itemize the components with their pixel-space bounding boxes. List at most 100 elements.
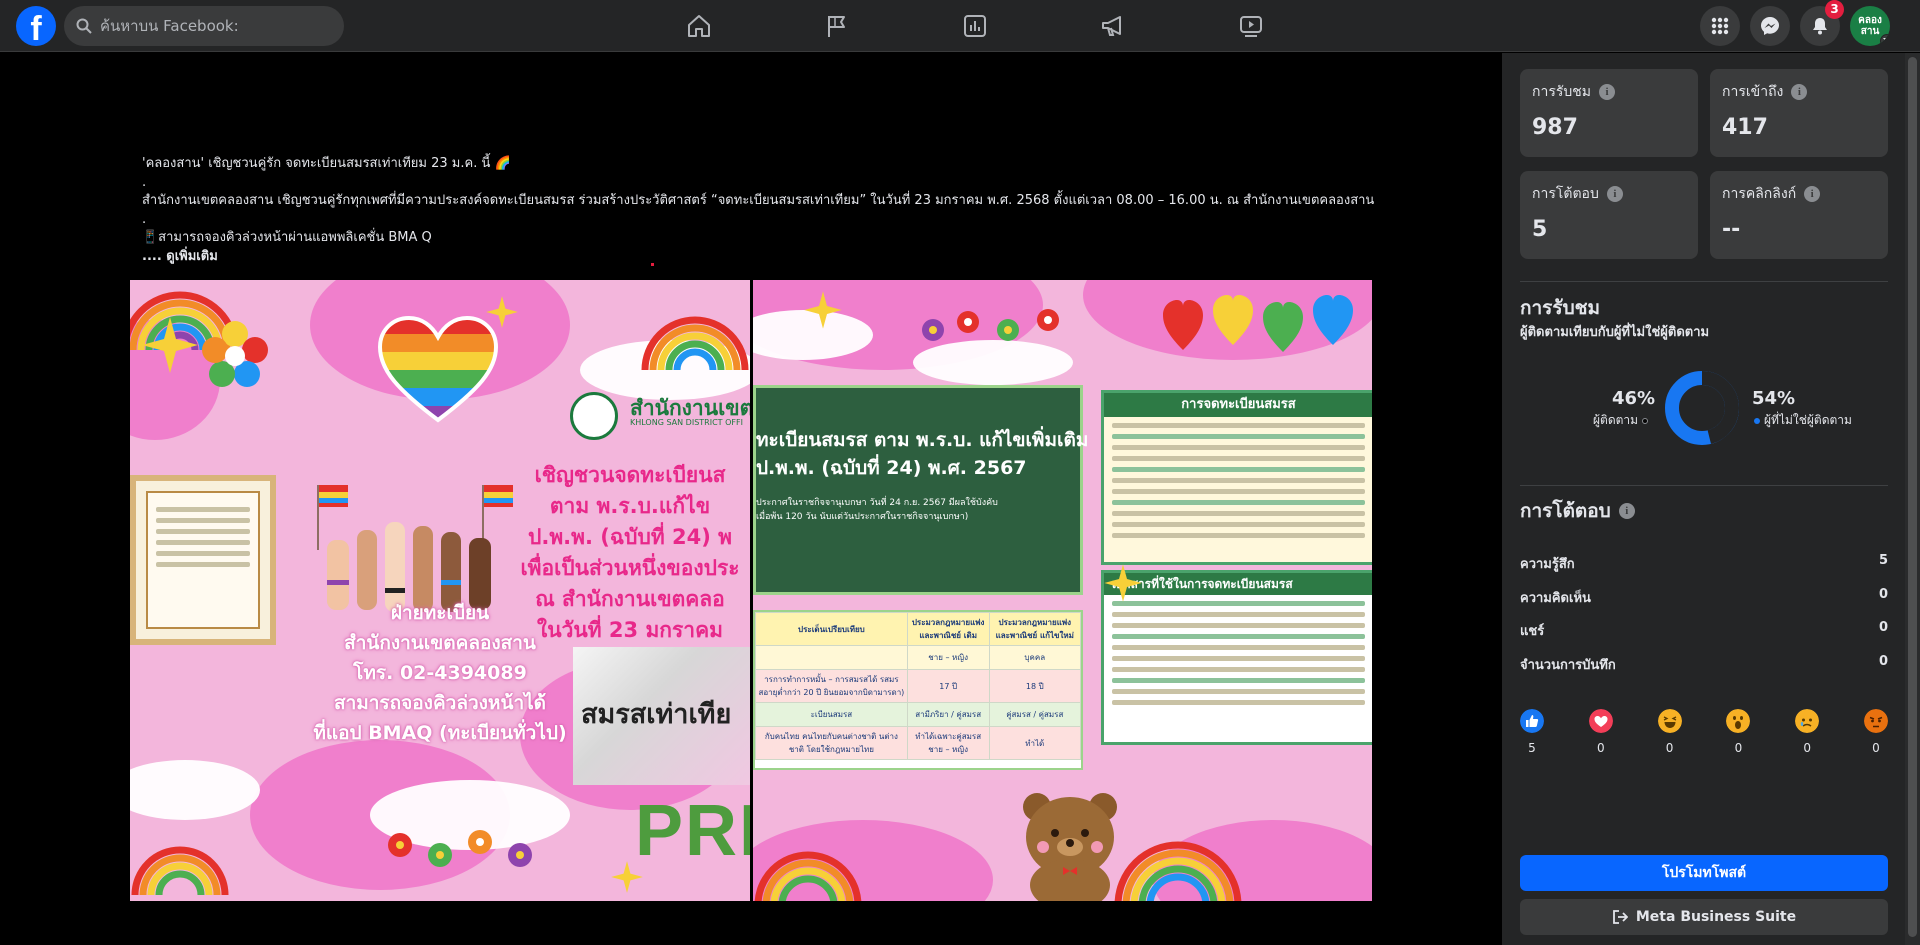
nav-ads[interactable] [1044, 0, 1182, 52]
meta-business-suite-button[interactable]: Meta Business Suite [1520, 899, 1888, 935]
scrollbar-thumb[interactable] [1908, 57, 1917, 937]
caption-dot-2: . [142, 211, 147, 227]
stars-decoration-icon [1104, 564, 1142, 602]
nav-insights[interactable] [906, 0, 1044, 52]
info-icon[interactable]: i [1791, 84, 1808, 100]
stat-link-clicks: การคลิกลิงก์ i -- [1710, 171, 1888, 259]
comparison-table: ประเด็นเปรียบเทียบ ประมวลกฎหมายแพ่งและพา… [753, 610, 1083, 770]
nav-pages[interactable] [768, 0, 906, 52]
love-icon [1588, 709, 1613, 733]
rainbow-icon [1114, 841, 1242, 901]
non-followers-legend: ผู้ที่ไม่ใช่ผู้ติดตาม [1754, 411, 1852, 430]
search-icon [76, 18, 92, 34]
reaction-breakdown: 5 0 0 0 0 0 [1512, 709, 1896, 755]
poster-left[interactable]: สำนักงานเขตค KHLONG SAN DISTRICT OFFI เช… [130, 280, 750, 901]
law-title-board: ทะเบียนสมรส ตาม พ.ร.บ. แก้ไขเพิ่มเติม ป.… [753, 385, 1088, 595]
reaction-like: 5 [1512, 709, 1552, 755]
messenger-icon [1761, 17, 1779, 35]
caption-line-2: สำนักงานเขตคลองสาน เชิญชวนคู่รักทุกเพศที… [142, 193, 1375, 208]
divider [1520, 485, 1888, 486]
followers-donut-chart [1665, 371, 1739, 445]
info-icon[interactable]: i [1599, 84, 1615, 100]
bar-chart-icon [964, 15, 986, 37]
menu-button[interactable] [1700, 6, 1740, 46]
info-icon[interactable]: i [1606, 186, 1623, 202]
org-subtitle: KHLONG SAN DISTRICT OFFI [630, 418, 743, 427]
engagement-row-saves: จำนวนการบันทึก 0 [1520, 654, 1888, 673]
rainbow-icon [754, 851, 862, 901]
see-more-link[interactable]: .... ดูเพิ่มเติม [142, 249, 218, 264]
caption-dot-1: . [142, 174, 147, 190]
rainbow-icon [641, 316, 749, 370]
search-box[interactable] [64, 6, 344, 46]
engagement-row-comments: ความคิดเห็น 0 [1520, 587, 1888, 606]
info-icon[interactable]: i [1804, 186, 1821, 202]
insights-sidebar: การรับชม i 987 การเข้าถึง i 417 การโต้ตอบ i… [1502, 53, 1905, 945]
main-nav [630, 0, 1320, 52]
flowers-decoration-icon [922, 309, 1059, 341]
external-link-icon [1612, 910, 1628, 924]
engagement-row-shares: แชร์ 0 [1520, 620, 1888, 639]
facebook-logo[interactable]: f [16, 6, 56, 46]
poster-right[interactable]: ทะเบียนสมรส ตาม พ.ร.บ. แก้ไขเพิ่มเติม ป.… [753, 280, 1372, 901]
stars-decoration-icon [486, 296, 518, 328]
reaction-love: 0 [1581, 709, 1621, 755]
views-section-title: การรับชม [1520, 297, 1601, 319]
rainbow-heart-icon [378, 315, 498, 423]
stat-engagement: การโต้ตอบ i 5 [1520, 171, 1698, 259]
views-section-subtitle: ผู้ติดตามเทียบกับผู้ที่ไม่ใช่ผู้ติดตาม [1520, 325, 1710, 340]
promote-post-button[interactable]: โปรโมทโพสต์ [1520, 855, 1888, 891]
flower-icon [202, 321, 268, 387]
page-scrollbar[interactable] [1905, 53, 1920, 945]
post-image-viewer[interactable]: สำนักงานเขตค KHLONG SAN DISTRICT OFFI เช… [130, 280, 1372, 901]
notification-badge: 3 [1825, 0, 1844, 19]
followers-dot-icon [1642, 417, 1649, 424]
stars-decoration-icon [611, 861, 643, 893]
post-caption: 'คลองสาน' เชิญชวนคู่รัก จดทะเบียนสมรสเท่… [142, 155, 1375, 266]
grid-menu-icon [1711, 17, 1729, 35]
teddy-bear-illustration [1023, 793, 1117, 901]
non-followers-percent: 54% [1752, 388, 1796, 409]
profile-avatar[interactable]: คลอง สาน [1850, 6, 1890, 46]
caption-line-3: 📱สามารถจองคิวล่วงหน้าผ่านแอพพลิเคชั่น BM… [142, 230, 432, 245]
stat-reach: การเข้าถึง i 417 [1710, 69, 1888, 157]
like-icon [1520, 709, 1544, 733]
reaction-sad: 0 [1787, 709, 1827, 755]
stat-views: การรับชม i 987 [1520, 69, 1698, 157]
bell-icon [1813, 18, 1827, 35]
rainbow-icon [131, 846, 229, 895]
sad-icon [1795, 709, 1820, 733]
home-icon [688, 15, 710, 37]
nav-home[interactable] [630, 0, 768, 52]
reaction-wow: 0 [1718, 709, 1758, 755]
engagement-row-reactions: ความรู้สึก 5 [1520, 553, 1888, 572]
notifications-button[interactable]: 3 [1800, 0, 1844, 46]
non-followers-dot-icon [1754, 417, 1760, 424]
chevron-down-icon[interactable] [1880, 34, 1890, 46]
stars-decoration-icon [804, 291, 842, 329]
reaction-haha: 0 [1650, 709, 1690, 755]
messenger-button[interactable] [1750, 6, 1790, 46]
video-icon [1240, 16, 1262, 37]
haha-icon [1657, 709, 1682, 733]
followers-percent: 46% [1612, 388, 1656, 409]
flowers-decoration-icon [388, 830, 532, 867]
equal-marriage-banner: สมรสเท่าเทีย [573, 647, 750, 785]
stars-decoration-icon [142, 317, 198, 373]
registration-info-card: การจดทะเบียนสมรส [1101, 390, 1372, 565]
hearts-decoration-icon [1163, 295, 1353, 352]
marriage-certificate-image [130, 475, 276, 645]
info-icon[interactable]: i [1618, 503, 1635, 519]
district-seal-icon [570, 392, 618, 440]
reaction-angry: 0 [1856, 709, 1896, 755]
department-contact-text: ฝ่ายทะเบียน สำนักงานเขตคลองสาน โทร. 02-4… [313, 602, 567, 744]
megaphone-icon [1102, 16, 1121, 36]
flag-icon [828, 16, 845, 37]
wow-icon [1726, 709, 1751, 733]
search-input[interactable] [100, 17, 320, 35]
angry-icon [1863, 709, 1888, 733]
account-controls: 3 คลอง สาน [1700, 0, 1890, 46]
divider [1520, 281, 1888, 282]
caption-line-1: 'คลองสาน' เชิญชวนคู่รัก จดทะเบียนสมรสเท่… [142, 156, 511, 171]
nav-video[interactable] [1182, 0, 1320, 52]
